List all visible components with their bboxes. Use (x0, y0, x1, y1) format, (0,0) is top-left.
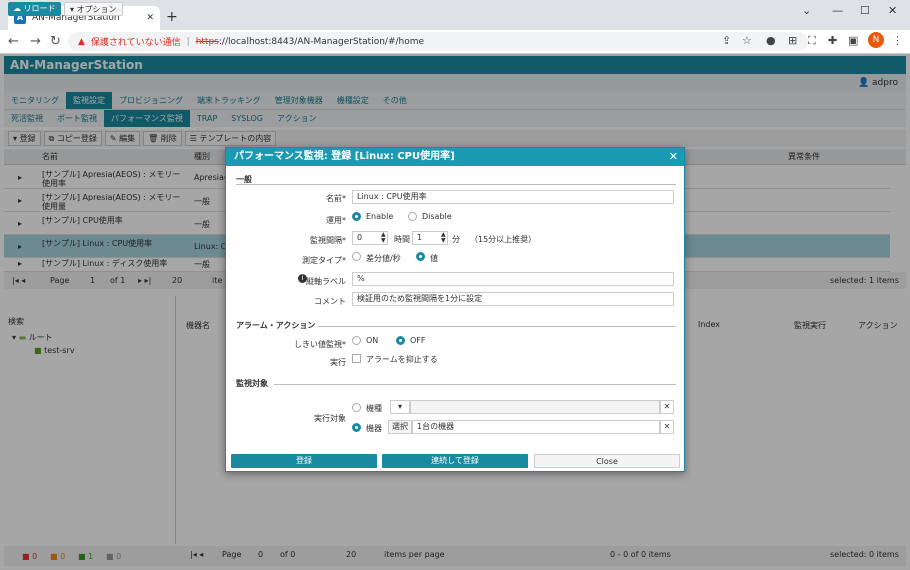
chevron-down-icon[interactable]: ⌄ (802, 4, 811, 17)
model-select[interactable] (410, 400, 660, 414)
refresh-icon[interactable]: ↻ (50, 34, 61, 49)
register-dialog: パフォーマンス監視: 登録 [Linux: CPU使用率] ✕ 一般 名前* L… (225, 147, 685, 472)
threshold-label: しきい値監視* (294, 340, 346, 349)
comment-label: コメント (314, 297, 346, 306)
options-label: オプション (76, 5, 117, 14)
reload-button[interactable]: ☁ リロード (8, 2, 61, 16)
minimize-icon[interactable]: — (832, 4, 843, 17)
axis-label: 縦軸ラベル (306, 277, 346, 286)
close-window-icon[interactable]: ✕ (888, 4, 897, 17)
url-field[interactable]: ▲ 保護されていない通信 | https://localhost:8443/AN… (68, 32, 808, 51)
target-label: 実行対象 (314, 414, 346, 423)
value-label: 値 (430, 254, 438, 263)
target-device-label: 機器 (366, 424, 382, 433)
interval-note: （15分以上推奨） (470, 235, 537, 244)
model-dropdown-button[interactable]: ▾ (390, 400, 410, 414)
threshold-off-label: OFF (410, 336, 426, 345)
register-continue-button[interactable]: 連続して登録 (382, 454, 528, 468)
options-button[interactable]: ▾ オプション (64, 2, 123, 16)
suppress-checkbox[interactable] (352, 354, 361, 363)
operation-label: 運用* (326, 216, 346, 225)
divider (236, 184, 676, 185)
exec-label: 実行 (330, 358, 346, 367)
clear-device-icon[interactable]: ✕ (660, 420, 674, 434)
threshold-on-label: ON (366, 336, 379, 345)
forward-icon[interactable]: → (30, 34, 41, 49)
back-icon[interactable]: ← (8, 34, 19, 49)
threshold-off-radio[interactable] (396, 336, 405, 345)
sidepanel-icon[interactable]: ▣ (848, 34, 858, 47)
target-model-label: 機種 (366, 404, 382, 413)
hours-spinner-icon[interactable]: ▲ ▼ (381, 232, 386, 244)
enable-radio[interactable] (352, 212, 361, 221)
url-path: ://localhost:8443/AN-ManagerStation/#/ho… (218, 36, 425, 47)
close-tab-icon[interactable]: ✕ (146, 13, 154, 23)
puzzle-icon[interactable]: ✚ (828, 34, 837, 47)
reload-label: リロード (23, 4, 56, 13)
divider (274, 384, 676, 385)
disable-label: Disable (422, 212, 452, 221)
hours-unit: 時間 (394, 235, 410, 244)
threshold-on-radio[interactable] (352, 336, 361, 345)
diff-per-sec-label: 差分値/秒 (366, 254, 401, 263)
new-tab-button[interactable]: + (166, 9, 178, 25)
divider (318, 326, 676, 327)
value-radio[interactable] (416, 252, 425, 261)
extension-dark-icon[interactable]: ● (766, 34, 776, 47)
comment-field[interactable]: 検証用のため監視間隔を1分に設定 (352, 292, 674, 306)
disable-radio[interactable] (408, 212, 417, 221)
screenshot-icon[interactable]: ⛶ (808, 34, 816, 48)
interval-label: 監視間隔* (310, 236, 346, 245)
section-alarm: アラーム・アクション (236, 321, 316, 330)
diff-per-sec-radio[interactable] (352, 252, 361, 261)
close-icon[interactable]: ✕ (669, 150, 678, 163)
url-scheme: https (195, 36, 219, 47)
enable-label: Enable (366, 212, 394, 221)
menu-icon[interactable]: ⋮ (892, 34, 903, 47)
register-submit-button[interactable]: 登録 (231, 454, 377, 468)
star-icon[interactable]: ☆ (742, 34, 752, 47)
select-device-button[interactable]: 選択 (388, 420, 412, 434)
security-warning: 保護されていない通信 (90, 38, 181, 48)
section-target: 監視対象 (236, 379, 268, 388)
target-model-radio[interactable] (352, 403, 361, 412)
clear-model-icon[interactable]: ✕ (660, 400, 674, 414)
minutes-unit: 分 (452, 235, 460, 244)
name-field[interactable]: Linux : CPU使用率 (352, 190, 674, 204)
dialog-title: パフォーマンス監視: 登録 [Linux: CPU使用率] (226, 148, 684, 166)
name-label: 名前* (326, 194, 346, 203)
maximize-icon[interactable]: ☐ (860, 4, 870, 17)
avatar[interactable]: N (868, 32, 884, 48)
share-icon[interactable]: ⇪ (722, 34, 731, 47)
target-device-radio[interactable] (352, 423, 361, 432)
translate-icon[interactable]: ⊞ (788, 34, 797, 47)
suppress-label: アラームを抑止する (366, 355, 438, 364)
measure-type-label: 測定タイプ* (302, 256, 346, 265)
minutes-spinner-icon[interactable]: ▲ ▼ (441, 232, 446, 244)
close-button[interactable]: Close (534, 454, 680, 468)
axis-label-field[interactable]: % (352, 272, 674, 286)
device-field: 1台の機器 (412, 420, 660, 434)
warning-icon: ▲ (78, 36, 85, 47)
